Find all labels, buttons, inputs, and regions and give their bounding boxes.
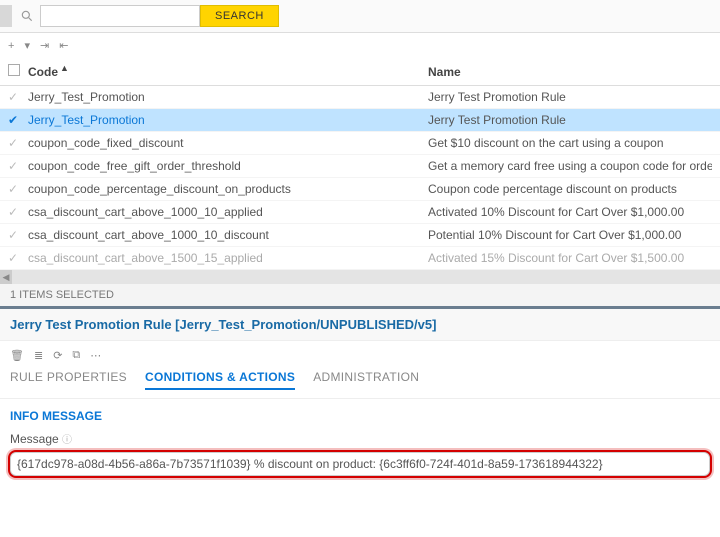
row-code: Jerry_Test_Promotion [28,113,428,127]
table-row[interactable]: ✓ coupon_code_fixed_discountGet $10 disco… [0,132,720,155]
select-all-checkbox[interactable] [8,64,20,76]
row-code: coupon_code_fixed_discount [28,136,428,150]
grid-toolbar: + ▾ ⇥ ⇤ [0,33,720,58]
row-check-icon[interactable]: ✓ [8,228,18,242]
search-icon [20,9,34,23]
column-header-name[interactable]: Name [428,65,712,79]
tab-conditions-actions[interactable]: CONDITIONS & ACTIONS [145,370,295,390]
row-name: Activated 10% Discount for Cart Over $1,… [428,205,712,219]
table-row[interactable]: ✓ csa_discount_cart_above_1000_10_discoun… [0,224,720,247]
table-row[interactable]: ✓ csa_discount_cart_above_1000_10_applied… [0,201,720,224]
tab-administration[interactable]: ADMINISTRATION [313,370,419,390]
row-code: coupon_code_free_gift_order_threshold [28,159,428,173]
scroll-left-button[interactable]: ◀ [0,270,12,284]
row-name: Get $10 discount on the cart using a cou… [428,136,712,150]
delete-icon[interactable]: 🗑 [10,349,24,362]
row-name: Get a memory card free using a coupon co… [428,159,712,173]
copy-icon[interactable]: ⧉ [72,349,80,362]
row-code: csa_discount_cart_above_1000_10_discount [28,228,428,242]
search-button[interactable]: SEARCH [200,5,279,27]
table-row[interactable]: ✓ Jerry_Test_PromotionJerry Test Promotio… [0,86,720,109]
row-check-icon[interactable]: ✓ [8,136,18,150]
editor-toolbar: 🗑 ≣ ⟳ ⧉ ⋯ [0,341,720,370]
column-code-label: Code [28,65,58,79]
horizontal-scrollbar[interactable]: ◀ [0,270,720,284]
row-code: csa_discount_cart_above_1500_15_applied [28,251,428,265]
row-name: Activated 15% Discount for Cart Over $1,… [428,251,712,265]
add-icon[interactable]: + [8,40,14,52]
message-label-text: Message [10,432,59,446]
table-row[interactable]: ✓ coupon_code_free_gift_order_thresholdGe… [0,155,720,178]
row-code: csa_discount_cart_above_1000_10_applied [28,205,428,219]
grid-header: Code ▲ Name [0,58,720,86]
row-check-icon[interactable]: ✔ [8,113,18,127]
table-row[interactable]: ✓ csa_discount_cart_above_1500_15_applied… [0,247,720,270]
row-code: coupon_code_percentage_discount_on_produ… [28,182,428,196]
row-code: Jerry_Test_Promotion [28,90,428,104]
message-field-wrap [10,452,710,476]
message-input[interactable] [10,452,710,476]
section-info-message: INFO MESSAGE [0,399,720,431]
row-name: Potential 10% Discount for Cart Over $1,… [428,228,712,242]
help-icon[interactable]: ⓘ [62,435,72,446]
row-check-icon[interactable]: ✓ [8,182,18,196]
search-bar: SEARCH [0,0,720,33]
row-name: Coupon code percentage discount on produ… [428,182,712,196]
tab-rule-properties[interactable]: RULE PROPERTIES [10,370,127,390]
expand-right-icon[interactable]: ⇥ [40,39,49,52]
search-input[interactable] [40,5,200,27]
more-icon[interactable]: ⋯ [90,349,101,362]
row-name: Jerry Test Promotion Rule [428,113,712,127]
results-grid: Code ▲ Name ✓ Jerry_Test_PromotionJerry T… [0,58,720,270]
row-check-icon[interactable]: ✓ [8,205,18,219]
table-row[interactable]: ✔ Jerry_Test_PromotionJerry Test Promotio… [0,109,720,132]
expand-left-icon[interactable]: ⇤ [59,39,68,52]
table-row[interactable]: ✓ coupon_code_percentage_discount_on_prod… [0,178,720,201]
row-check-icon[interactable]: ✓ [8,159,18,173]
sort-asc-icon: ▲ [60,63,69,73]
message-label: Message ⓘ [0,431,720,452]
list-icon[interactable]: ≣ [34,349,43,362]
editor-tabs: RULE PROPERTIES CONDITIONS & ACTIONS ADM… [0,370,720,399]
refresh-icon[interactable]: ⟳ [53,349,62,362]
row-check-icon[interactable]: ✓ [8,251,18,265]
split-handle[interactable] [0,5,12,27]
editor-title: Jerry Test Promotion Rule [Jerry_Test_Pr… [0,309,720,341]
row-check-icon[interactable]: ✓ [8,90,18,104]
collapse-icon[interactable]: ▾ [24,39,30,52]
selection-status: 1 ITEMS SELECTED [0,284,720,306]
column-header-code[interactable]: Code ▲ [28,65,428,79]
row-name: Jerry Test Promotion Rule [428,90,712,104]
